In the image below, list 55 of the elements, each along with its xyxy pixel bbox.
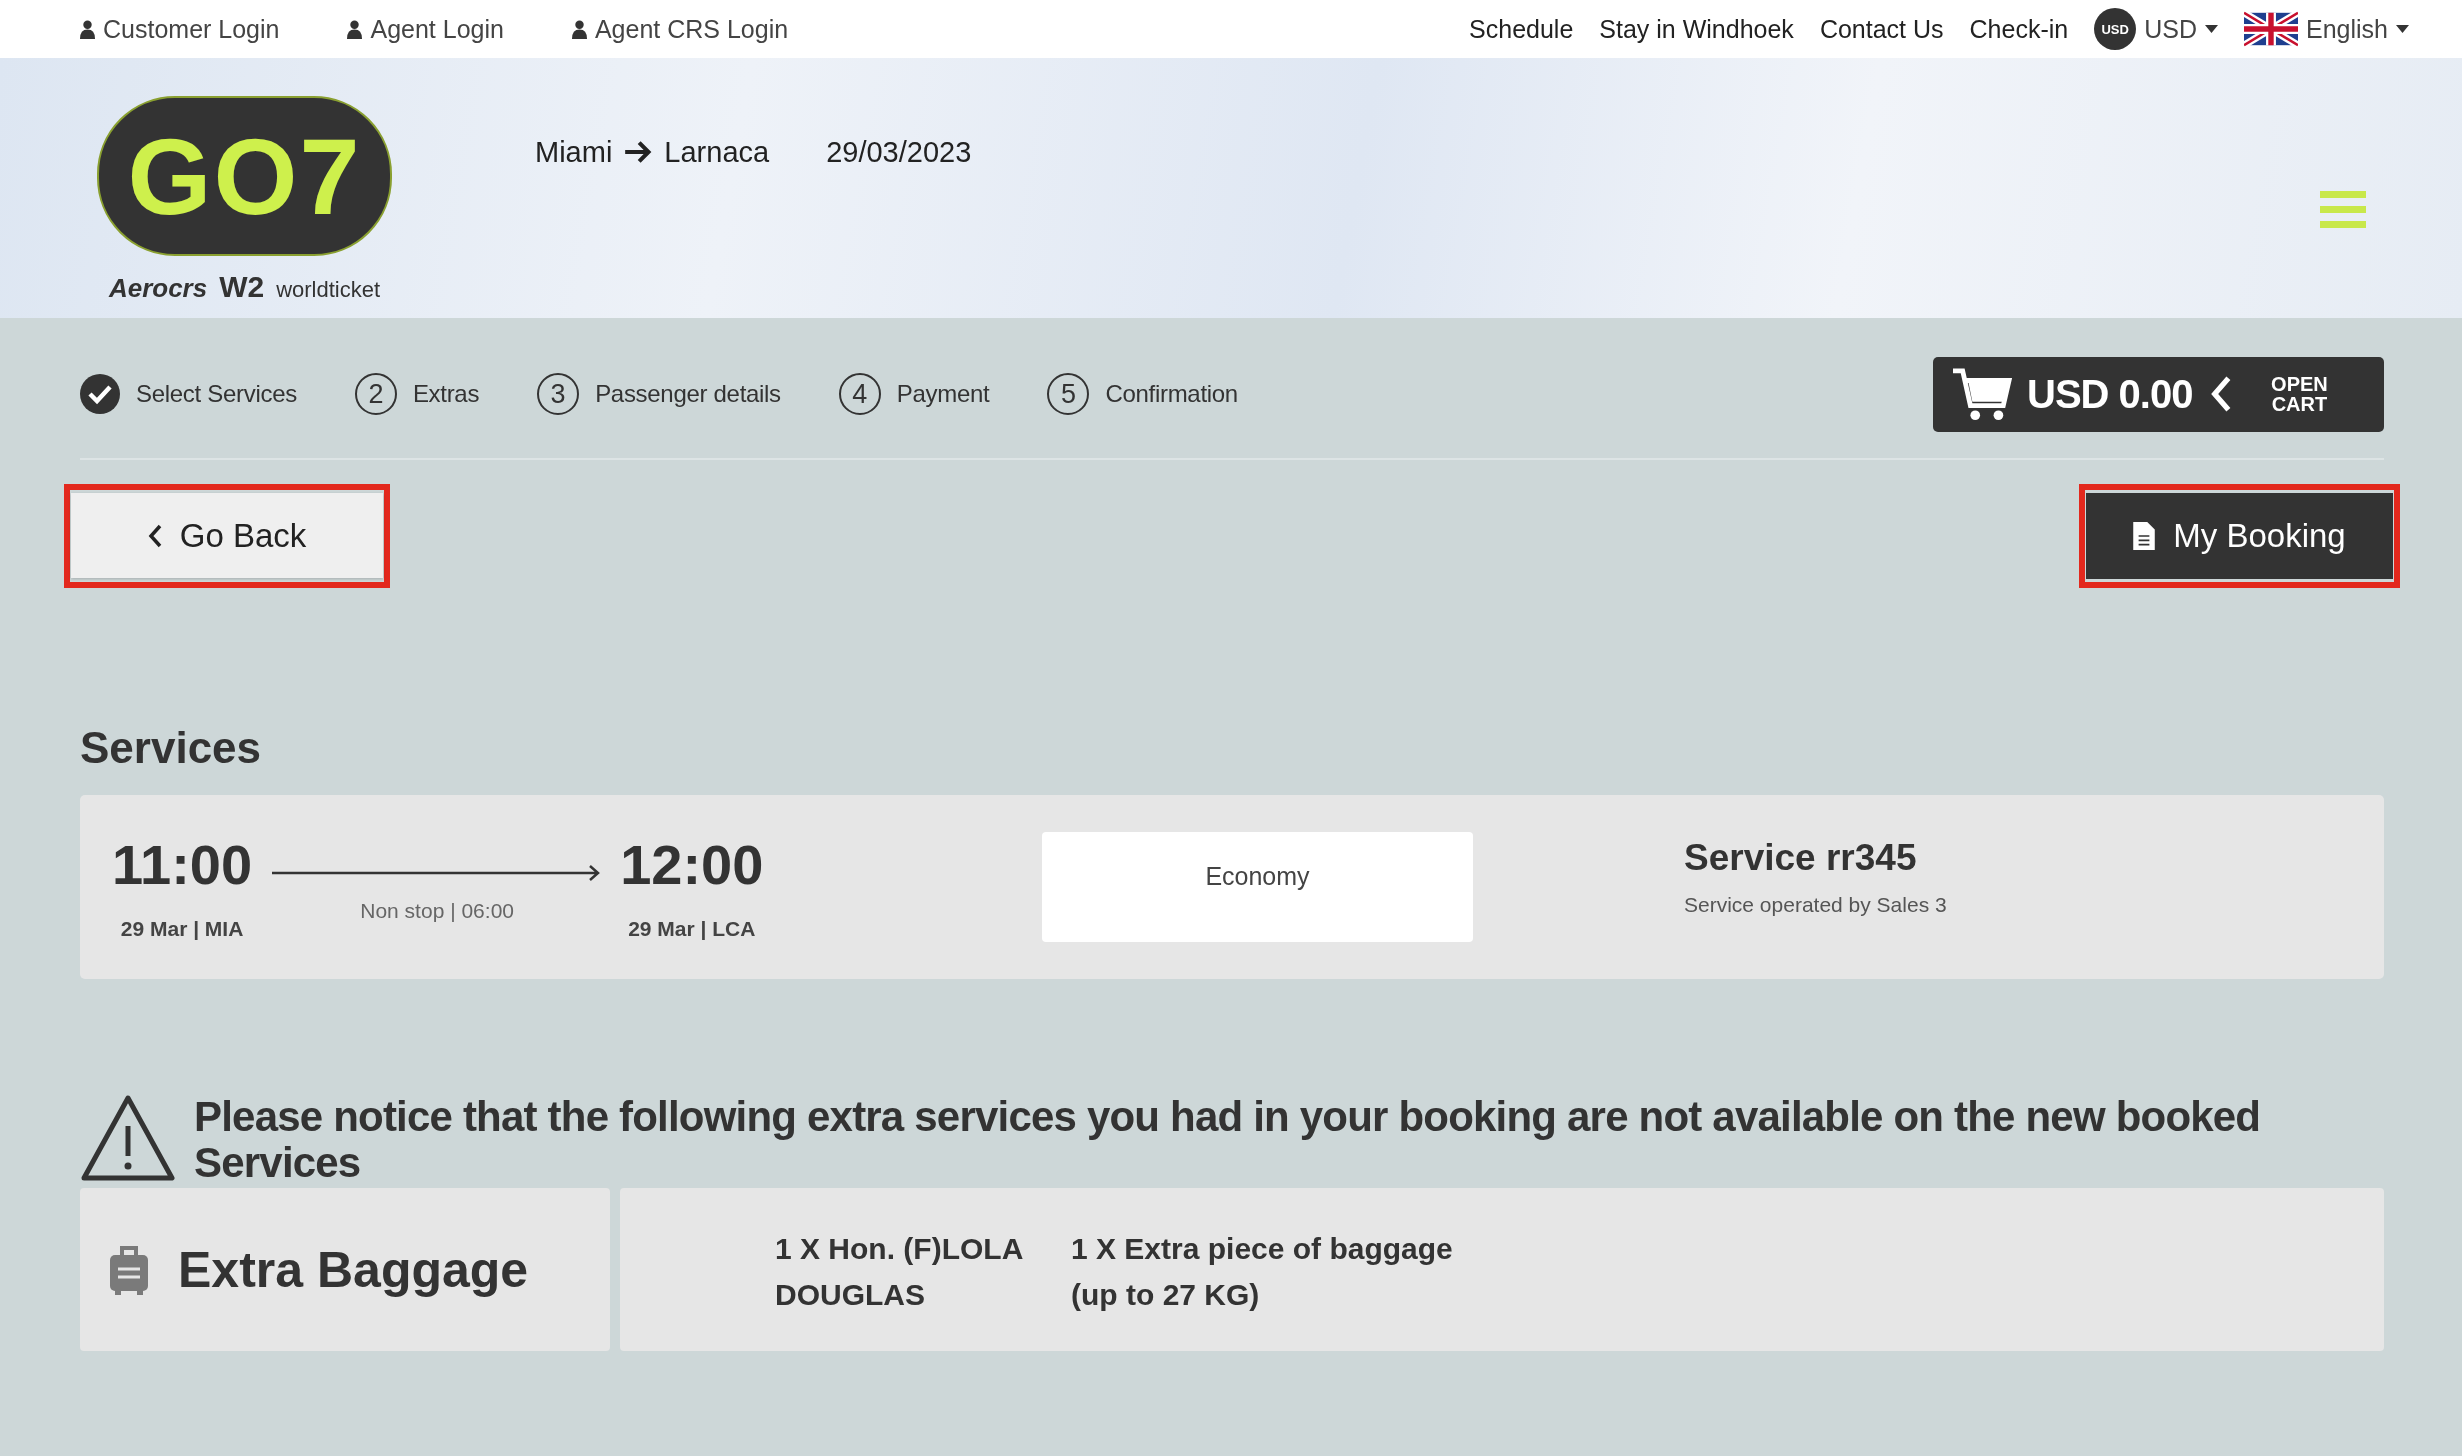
route-destination: Larnaca	[664, 135, 770, 170]
departure-time: 11:00	[112, 833, 253, 897]
currency-badge: USD	[2094, 8, 2137, 50]
caret-icon	[2396, 25, 2409, 33]
step-label: Payment	[896, 380, 990, 408]
currency-dropdown[interactable]: USD USD	[2094, 8, 2218, 50]
login-link[interactable]: Customer Login	[80, 14, 280, 44]
step-number: 3	[537, 373, 580, 415]
menu-icon[interactable]	[2320, 191, 2366, 229]
passenger-name: 1 X Hon. (F)LOLA DOUGLAS	[775, 1231, 1024, 1313]
document-icon	[2133, 522, 2156, 550]
partner-logo: worldticket	[276, 277, 381, 303]
cart-button[interactable]: USD 0.00 OPEN CART	[1933, 356, 2384, 432]
nav-link[interactable]: Contact Us	[1819, 14, 1944, 44]
language-dropdown[interactable]: English	[2244, 11, 2409, 47]
step-number: 4	[838, 373, 881, 415]
step-label: Extras	[412, 380, 480, 408]
route-origin: Miami	[535, 135, 613, 170]
logo[interactable]: GO7	[97, 96, 392, 256]
flag-icon	[2244, 11, 2298, 47]
partner-logo: W2	[219, 270, 265, 304]
extra-card: Extra Baggage	[80, 1188, 610, 1351]
caret-icon	[2205, 25, 2218, 33]
go-back-button[interactable]: Go Back	[71, 493, 383, 578]
extra-item: 1 X Extra piece of baggage (up to 27 KG)	[1071, 1231, 1454, 1313]
login-link[interactable]: Agent CRS Login	[571, 14, 789, 44]
arrow-icon	[624, 140, 653, 164]
chevron-left-icon	[2210, 375, 2233, 413]
section-heading: Services	[80, 723, 263, 773]
person-icon	[347, 19, 363, 39]
cabin-option[interactable]: Economy	[1042, 832, 1473, 942]
notice-text: Please notice that the following extra services you had in your booking are not available on the new booked Services	[194, 1094, 2262, 1186]
nav-link[interactable]: Stay in Windhoek	[1599, 14, 1794, 44]
step-number: 2	[354, 373, 397, 415]
my-booking-button[interactable]: My Booking	[2086, 493, 2393, 579]
step-label: Confirmation	[1105, 380, 1238, 408]
nav-link[interactable]: Check-in	[1969, 14, 2069, 44]
person-icon	[571, 19, 587, 39]
flight-duration: Non stop | 06:00	[360, 899, 514, 923]
partner-logo: Aerocrs	[108, 273, 208, 304]
cart-icon	[1951, 365, 2013, 423]
step-label: Select Services	[136, 380, 297, 408]
arrival-info: 29 Mar | LCA	[628, 917, 756, 941]
step-number: 5	[1047, 373, 1090, 415]
step-label: Passenger details	[595, 380, 781, 408]
login-link[interactable]: Agent Login	[347, 14, 504, 44]
departure-info: 29 Mar | MIA	[120, 917, 244, 941]
person-icon	[80, 19, 95, 39]
service-operator: Service operated by Sales 3	[1684, 893, 1947, 917]
travel-date: 29/03/2023	[826, 135, 972, 170]
warning-icon	[80, 1094, 176, 1182]
chevron-left-icon	[147, 523, 162, 548]
arrival-time: 12:00	[620, 833, 764, 897]
nav-link[interactable]: Schedule	[1469, 14, 1574, 44]
service-name: Service rr345	[1684, 837, 1918, 879]
